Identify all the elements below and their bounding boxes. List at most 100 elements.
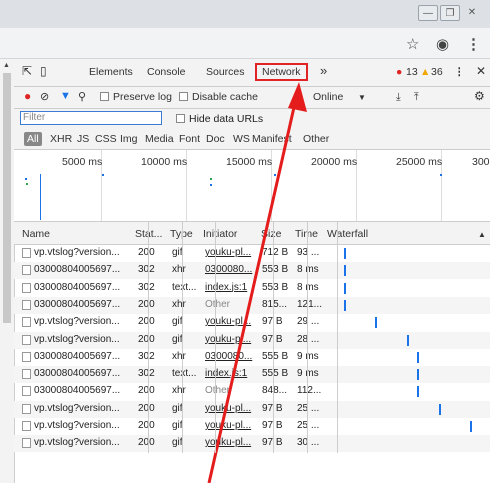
star-icon[interactable]: ☆ [406, 35, 419, 53]
error-count[interactable]: 13 [406, 66, 418, 78]
close-icon[interactable]: ✕ [462, 5, 482, 21]
request-initiator[interactable]: 0300080... [205, 351, 257, 362]
request-name: 03000804005697... [34, 385, 121, 397]
request-time: 121... [297, 298, 323, 310]
more-tabs-icon[interactable]: » [320, 63, 327, 78]
type-img[interactable]: Img [120, 133, 138, 145]
request-initiator[interactable]: youku-pl... [205, 247, 257, 258]
request-initiator[interactable]: youku-pl... [205, 334, 257, 345]
close-devtools-icon[interactable]: ✕ [476, 64, 486, 78]
request-initiator[interactable]: youku-pl... [205, 403, 257, 414]
tab-elements[interactable]: Elements [89, 66, 133, 78]
account-icon[interactable]: ◉ [436, 35, 449, 53]
column-divider[interactable] [148, 222, 149, 453]
devtools-menu-icon[interactable]: ⋮ [454, 66, 465, 78]
throttle-select[interactable]: Online ▼ [313, 91, 366, 103]
scroll-up-icon[interactable]: ▲ [3, 62, 10, 69]
hide-data-urls-checkbox[interactable]: Hide data URLs [176, 113, 263, 125]
waterfall-bar [416, 369, 419, 381]
preserve-log-checkbox[interactable]: Preserve log [100, 91, 172, 103]
col-name[interactable]: Name [22, 228, 50, 240]
search-icon[interactable]: ⚲ [78, 90, 86, 103]
clear-icon[interactable]: ⊘ [40, 90, 49, 103]
device-toolbar-icon[interactable]: ▯ [40, 64, 47, 78]
waterfall-bar [416, 351, 419, 363]
table-row[interactable]: vp.vtslog?version... 200 gif youku-pl... 97 … [14, 435, 490, 453]
file-icon [22, 265, 31, 276]
table-row[interactable]: vp.vtslog?version... 200 gif youku-pl... 97 … [14, 314, 490, 331]
column-divider[interactable] [215, 222, 216, 453]
export-har-icon[interactable]: ⤒ [414, 91, 419, 104]
settings-gear-icon[interactable]: ⚙ [474, 89, 485, 103]
type-media[interactable]: Media [145, 133, 174, 145]
request-initiator[interactable]: index.js:1 [205, 368, 257, 379]
table-row[interactable]: vp.vtslog?version... 200 gif youku-pl... 97 … [14, 418, 490, 435]
file-icon [22, 299, 31, 310]
col-initiator[interactable]: Initiator [203, 228, 237, 240]
filter-input[interactable]: Filter [20, 111, 162, 125]
type-all[interactable]: All [24, 132, 42, 146]
col-waterfall[interactable]: Waterfall [327, 228, 368, 240]
browser-toolbar: ☆ ◉ ⋮ [0, 28, 490, 59]
column-divider[interactable] [273, 222, 274, 453]
request-type: gif [172, 420, 183, 431]
column-divider[interactable] [307, 222, 308, 453]
type-ws[interactable]: WS [233, 133, 250, 145]
table-row[interactable]: vp.vtslog?version... 200 gif youku-pl... 97 … [14, 331, 490, 349]
table-row[interactable]: vp.vtslog?version... 200 gif youku-pl... 712… [14, 245, 490, 262]
table-row[interactable]: 03000804005697... 302 xhr 0300080... 555 B 9 … [14, 349, 490, 366]
warning-count[interactable]: 36 [431, 66, 443, 78]
table-row[interactable]: 03000804005697... 302 text... index.js:1 555… [14, 366, 490, 384]
column-divider[interactable] [182, 222, 183, 453]
error-icon[interactable]: ● [396, 66, 402, 78]
inspect-element-icon[interactable]: ⇱ [22, 64, 32, 78]
request-initiator[interactable]: youku-pl... [205, 437, 257, 448]
record-icon[interactable]: ● [24, 89, 31, 103]
type-manifest[interactable]: Manifest [252, 133, 292, 145]
type-css[interactable]: CSS [95, 133, 117, 145]
sort-up-icon[interactable]: ▲ [478, 230, 486, 239]
type-other[interactable]: Other [303, 133, 329, 145]
import-har-icon[interactable]: ⤓ [396, 91, 401, 104]
tab-network[interactable]: Network [255, 63, 308, 81]
table-row[interactable]: 03000804005697... 302 text... index.js:1 553… [14, 280, 490, 297]
request-initiator[interactable]: 0300080... [205, 264, 257, 275]
table-row[interactable]: 03000804005697... 200 xhr Other 848... 112... [14, 383, 490, 400]
column-divider[interactable] [337, 222, 338, 453]
table-row[interactable]: 03000804005697... 302 xhr 0300080... 553 B 8 … [14, 262, 490, 280]
file-icon [22, 421, 31, 431]
request-time: 25 ... [297, 420, 320, 431]
tab-console[interactable]: Console [147, 66, 186, 78]
file-icon [22, 403, 31, 414]
table-row[interactable]: 03000804005697... 200 xhr Other 815... 121... [14, 296, 490, 314]
request-size: 848... [262, 385, 288, 397]
type-xhr[interactable]: XHR [50, 133, 72, 145]
page-scrollbar[interactable]: ▲ [0, 59, 15, 483]
overview-tick: 10000 ms [141, 156, 188, 168]
restore-icon[interactable]: ❐ [440, 5, 460, 21]
request-time: 112... [297, 385, 322, 397]
hide-data-urls-label: Hide data URLs [189, 113, 264, 125]
type-font[interactable]: Font [179, 133, 200, 145]
request-type: xhr [172, 264, 186, 276]
col-size[interactable]: Size [261, 228, 281, 240]
disable-cache-checkbox[interactable]: Disable cache [179, 91, 258, 103]
filter-icon[interactable]: ▼ [60, 90, 71, 102]
request-time: 30 ... [297, 437, 320, 449]
request-initiator[interactable]: index.js:1 [205, 282, 257, 293]
file-icon [22, 351, 31, 362]
network-overview[interactable]: 5000 ms 10000 ms 15000 ms 20000 ms 25000… [14, 150, 490, 222]
tab-sources[interactable]: Sources [206, 66, 245, 78]
scrollbar-thumb[interactable] [3, 73, 11, 323]
type-doc[interactable]: Doc [206, 133, 225, 145]
request-name: 03000804005697... [34, 350, 121, 362]
request-status: 302 [138, 264, 155, 276]
warning-icon[interactable]: ▲ [420, 66, 430, 78]
request-initiator[interactable]: youku-pl... [205, 420, 257, 431]
request-initiator[interactable]: youku-pl... [205, 316, 257, 327]
overview-mark [210, 178, 212, 180]
type-js[interactable]: JS [77, 133, 89, 145]
minimize-icon[interactable]: — [418, 5, 438, 21]
table-row[interactable]: vp.vtslog?version... 200 gif youku-pl... 97 … [14, 400, 490, 418]
menu-icon[interactable]: ⋮ [466, 35, 481, 53]
